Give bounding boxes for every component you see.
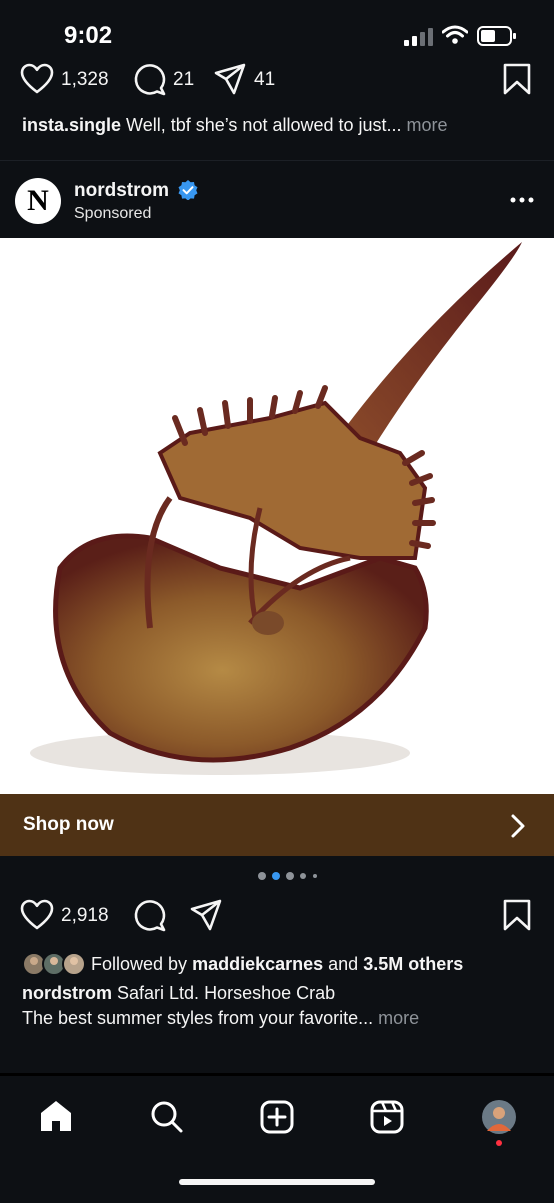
followed-by-user[interactable]: maddiekcarnes: [192, 954, 323, 974]
carousel-dot: [272, 872, 280, 880]
likes-count[interactable]: 2,918: [61, 905, 109, 927]
share-icon[interactable]: [189, 899, 223, 931]
horseshoe-crab-image: [30, 242, 522, 775]
caption-more[interactable]: more: [378, 1008, 419, 1028]
like-icon[interactable]: [20, 899, 54, 931]
profile-avatar[interactable]: [481, 1099, 517, 1135]
create-icon[interactable]: [260, 1100, 294, 1134]
post-image[interactable]: [0, 238, 554, 794]
caption-more[interactable]: more: [407, 115, 448, 135]
comments-count[interactable]: 21: [173, 69, 194, 91]
nordstrom-avatar[interactable]: N: [15, 178, 61, 224]
carousel-dot: [313, 874, 317, 878]
followed-by-others[interactable]: 3.5M others: [363, 954, 463, 974]
caption-text-line2: The best summer styles from your favorit…: [22, 1008, 374, 1028]
carousel-dot: [286, 872, 294, 880]
followed-by-and: and: [328, 954, 359, 974]
caption-text: Safari Ltd. Horseshoe Crab: [117, 983, 336, 1003]
post-divider: [0, 160, 554, 161]
save-icon[interactable]: [503, 899, 531, 931]
shop-now-button[interactable]: Shop now: [0, 794, 554, 856]
caption-text: Well, tbf she’s not allowed to just...: [126, 115, 402, 135]
share-icon[interactable]: [213, 63, 247, 95]
signal-icon: [404, 28, 434, 46]
home-indicator: [179, 1179, 375, 1185]
likes-count[interactable]: 1,328: [61, 69, 109, 91]
reels-icon[interactable]: [370, 1100, 404, 1134]
chevron-right-icon: [510, 813, 526, 839]
comment-icon[interactable]: [133, 63, 167, 97]
post-caption-line2: The best summer styles from your favorit…: [22, 1008, 419, 1029]
followed-by-prefix: Followed by: [91, 954, 188, 974]
followed-by-text: Followed by maddiekcarnes and 3.5M other…: [91, 954, 463, 975]
caption-username[interactable]: nordstrom: [22, 983, 112, 1003]
save-icon[interactable]: [503, 63, 531, 95]
follower-avatars[interactable]: [22, 950, 88, 978]
carousel-dot: [258, 872, 266, 880]
like-icon[interactable]: [20, 63, 54, 95]
wifi-icon: [442, 25, 468, 45]
comment-icon[interactable]: [133, 899, 167, 933]
carousel-dot: [300, 873, 306, 879]
post-caption: nordstrom Safari Ltd. Horseshoe Crab: [22, 983, 335, 1004]
sponsored-label: Sponsored: [74, 205, 152, 222]
home-icon[interactable]: [39, 1100, 73, 1132]
more-options-icon[interactable]: [510, 190, 536, 210]
shares-count[interactable]: 41: [254, 69, 275, 91]
status-time: 9:02: [64, 22, 113, 49]
post-username[interactable]: nordstrom: [74, 180, 169, 202]
battery-icon: [477, 26, 517, 46]
carousel-indicator: [0, 866, 554, 886]
caption-username[interactable]: insta.single: [22, 115, 121, 135]
previous-post-caption: insta.single Well, tbf she’s not allowed…: [22, 115, 448, 136]
notification-dot: [496, 1140, 502, 1146]
verified-badge-icon: [178, 180, 198, 200]
search-icon[interactable]: [150, 1100, 184, 1134]
shop-now-label: Shop now: [23, 814, 114, 835]
